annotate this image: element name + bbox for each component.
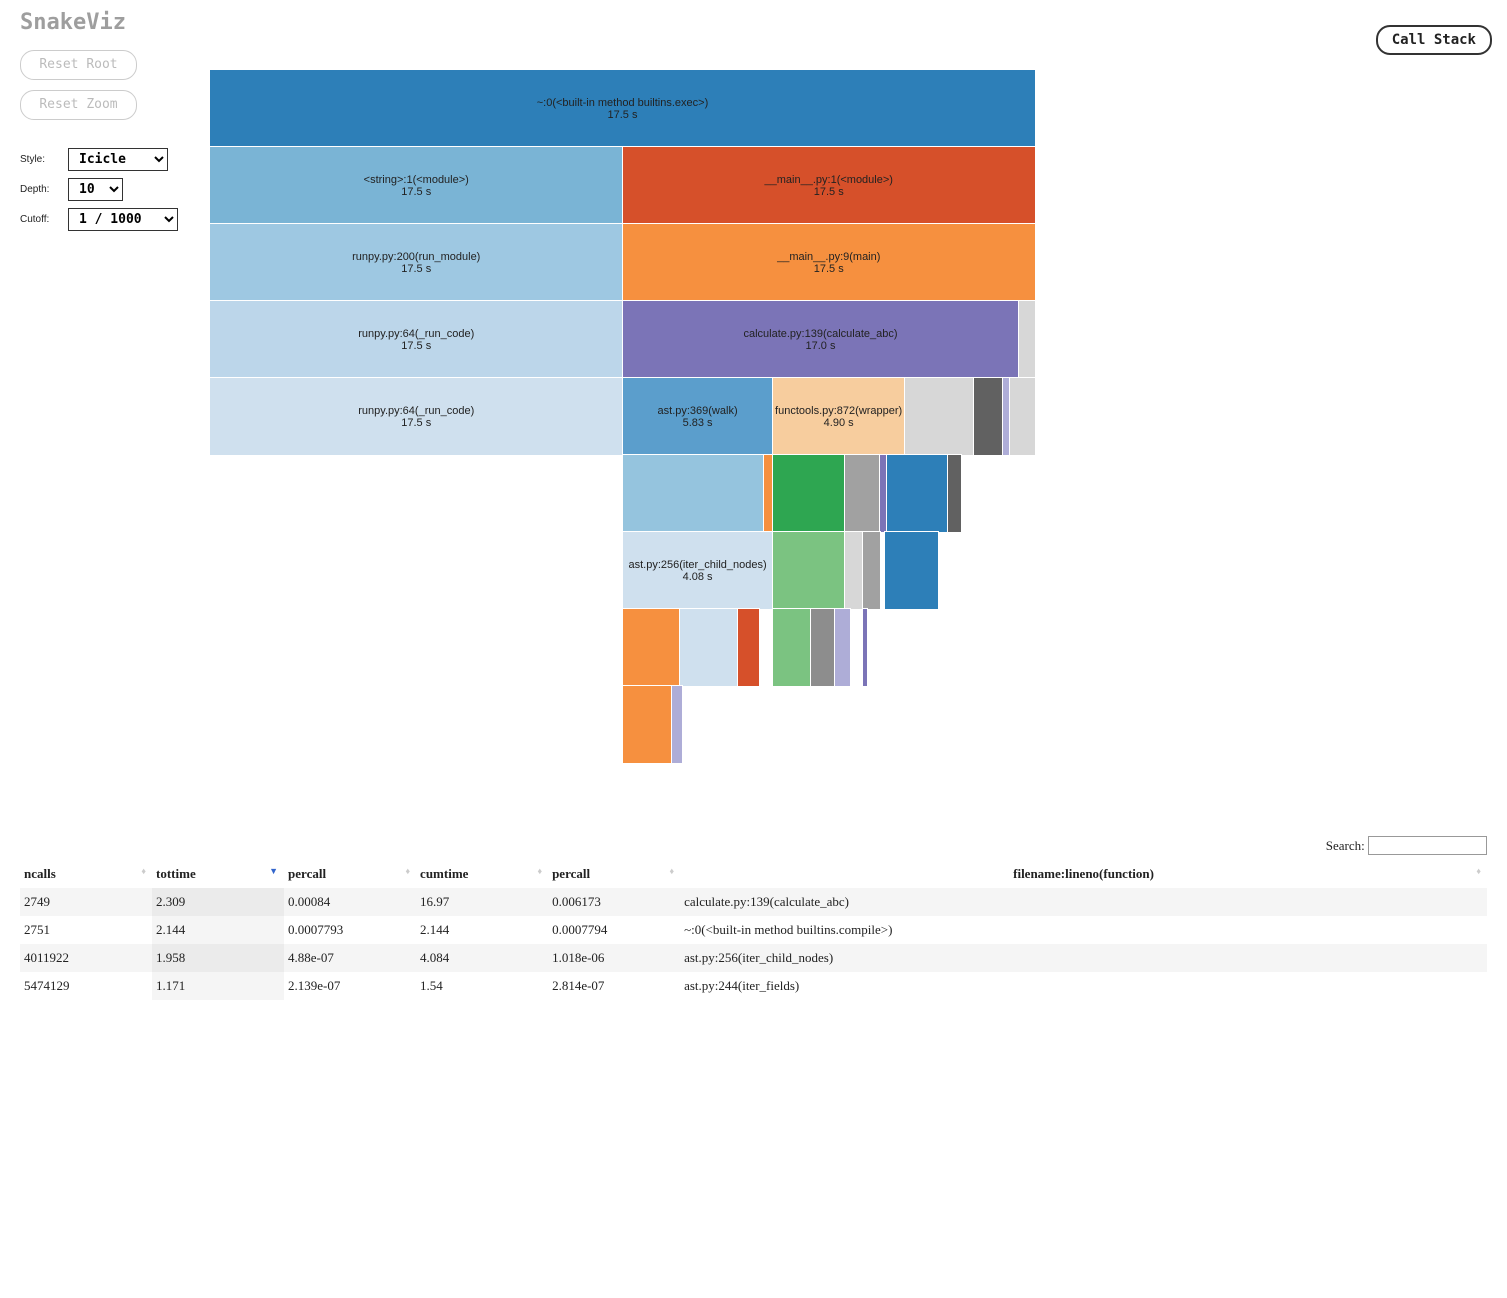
icicle-chart[interactable]: ~:0(<built-in method builtins.exec>)17.5… <box>210 70 1035 763</box>
icicle-cell[interactable] <box>623 686 673 763</box>
stats-table-container: Search: ncalls♦tottime▼percall♦cumtime♦p… <box>20 860 1487 1000</box>
icicle-cell[interactable] <box>764 455 772 532</box>
icicle-cell[interactable]: runpy.py:64(_run_code)17.5 s <box>210 378 623 455</box>
icicle-cell[interactable] <box>863 532 880 609</box>
icicle-cell[interactable] <box>672 686 682 763</box>
cutoff-select[interactable]: 1 / 1000 <box>68 208 178 231</box>
icicle-cell[interactable] <box>905 378 974 455</box>
icicle-cell[interactable] <box>811 609 836 686</box>
icicle-cell[interactable]: functools.py:872(wrapper)4.90 s <box>773 378 905 455</box>
icicle-cell <box>210 609 623 686</box>
icicle-cell[interactable] <box>623 455 765 532</box>
icicle-cell[interactable]: runpy.py:64(_run_code)17.5 s <box>210 301 623 378</box>
icicle-cell[interactable]: ast.py:256(iter_child_nodes)4.08 s <box>623 532 773 609</box>
icicle-cell[interactable] <box>738 609 759 686</box>
col-cumtime[interactable]: cumtime♦ <box>416 860 548 888</box>
icicle-cell <box>210 686 623 763</box>
style-select[interactable]: Icicle <box>68 148 168 171</box>
col-percall[interactable]: percall♦ <box>548 860 680 888</box>
col-tottime[interactable]: tottime▼ <box>152 860 284 888</box>
icicle-cell[interactable]: __main__.py:1(<module>)17.5 s <box>623 147 1036 224</box>
icicle-cell[interactable] <box>845 532 863 609</box>
icicle-cell[interactable]: runpy.py:200(run_module)17.5 s <box>210 224 623 301</box>
icicle-cell[interactable] <box>1010 378 1035 455</box>
icicle-cell[interactable] <box>880 455 887 532</box>
icicle-cell <box>210 455 623 532</box>
icicle-cell[interactable] <box>1019 301 1036 378</box>
cutoff-label: Cutoff: <box>20 214 60 225</box>
icicle-cell[interactable] <box>835 609 850 686</box>
icicle-cell[interactable] <box>773 455 846 532</box>
app-title: SnakeViz <box>20 10 126 35</box>
icicle-cell[interactable] <box>887 455 948 532</box>
style-label: Style: <box>20 154 60 165</box>
call-stack-button[interactable]: Call Stack <box>1376 25 1492 55</box>
icicle-cell[interactable] <box>974 378 1003 455</box>
icicle-cell[interactable] <box>885 532 938 609</box>
icicle-cell[interactable]: ast.py:369(walk)5.83 s <box>623 378 773 455</box>
search-label: Search: <box>1326 838 1365 853</box>
table-row[interactable]: 40119221.9584.88e-074.0841.018e-06ast.py… <box>20 944 1487 972</box>
icicle-cell[interactable]: ~:0(<built-in method builtins.exec>)17.5… <box>210 70 1035 147</box>
icicle-cell[interactable] <box>1003 378 1010 455</box>
table-row[interactable]: 27492.3090.0008416.970.006173calculate.p… <box>20 888 1487 916</box>
depth-select[interactable]: 10 <box>68 178 123 201</box>
icicle-cell <box>759 609 773 686</box>
icicle-cell[interactable] <box>845 455 880 532</box>
col-ncalls[interactable]: ncalls♦ <box>20 860 152 888</box>
icicle-cell <box>210 532 623 609</box>
depth-label: Depth: <box>20 184 60 195</box>
icicle-cell[interactable] <box>623 609 681 686</box>
icicle-cell[interactable]: calculate.py:139(calculate_abc)17.0 s <box>623 301 1019 378</box>
reset-root-button[interactable]: Reset Root <box>20 50 137 80</box>
table-row[interactable]: 54741291.1712.139e-071.542.814e-07ast.py… <box>20 972 1487 1000</box>
icicle-cell[interactable] <box>680 609 738 686</box>
reset-zoom-button[interactable]: Reset Zoom <box>20 90 137 120</box>
col-filenamelinenofunction[interactable]: filename:lineno(function)♦ <box>680 860 1487 888</box>
search-input[interactable] <box>1368 836 1487 855</box>
stats-table: ncalls♦tottime▼percall♦cumtime♦percall♦f… <box>20 860 1487 1000</box>
icicle-cell[interactable] <box>773 609 811 686</box>
icicle-cell[interactable] <box>773 532 846 609</box>
icicle-cell <box>850 609 863 686</box>
icicle-cell[interactable] <box>863 609 866 686</box>
icicle-cell[interactable] <box>948 455 960 532</box>
icicle-cell[interactable]: __main__.py:9(main)17.5 s <box>623 224 1036 301</box>
col-percall[interactable]: percall♦ <box>284 860 416 888</box>
icicle-cell[interactable]: <string>:1(<module>)17.5 s <box>210 147 623 224</box>
table-row[interactable]: 27512.1440.00077932.1440.0007794~:0(<bui… <box>20 916 1487 944</box>
